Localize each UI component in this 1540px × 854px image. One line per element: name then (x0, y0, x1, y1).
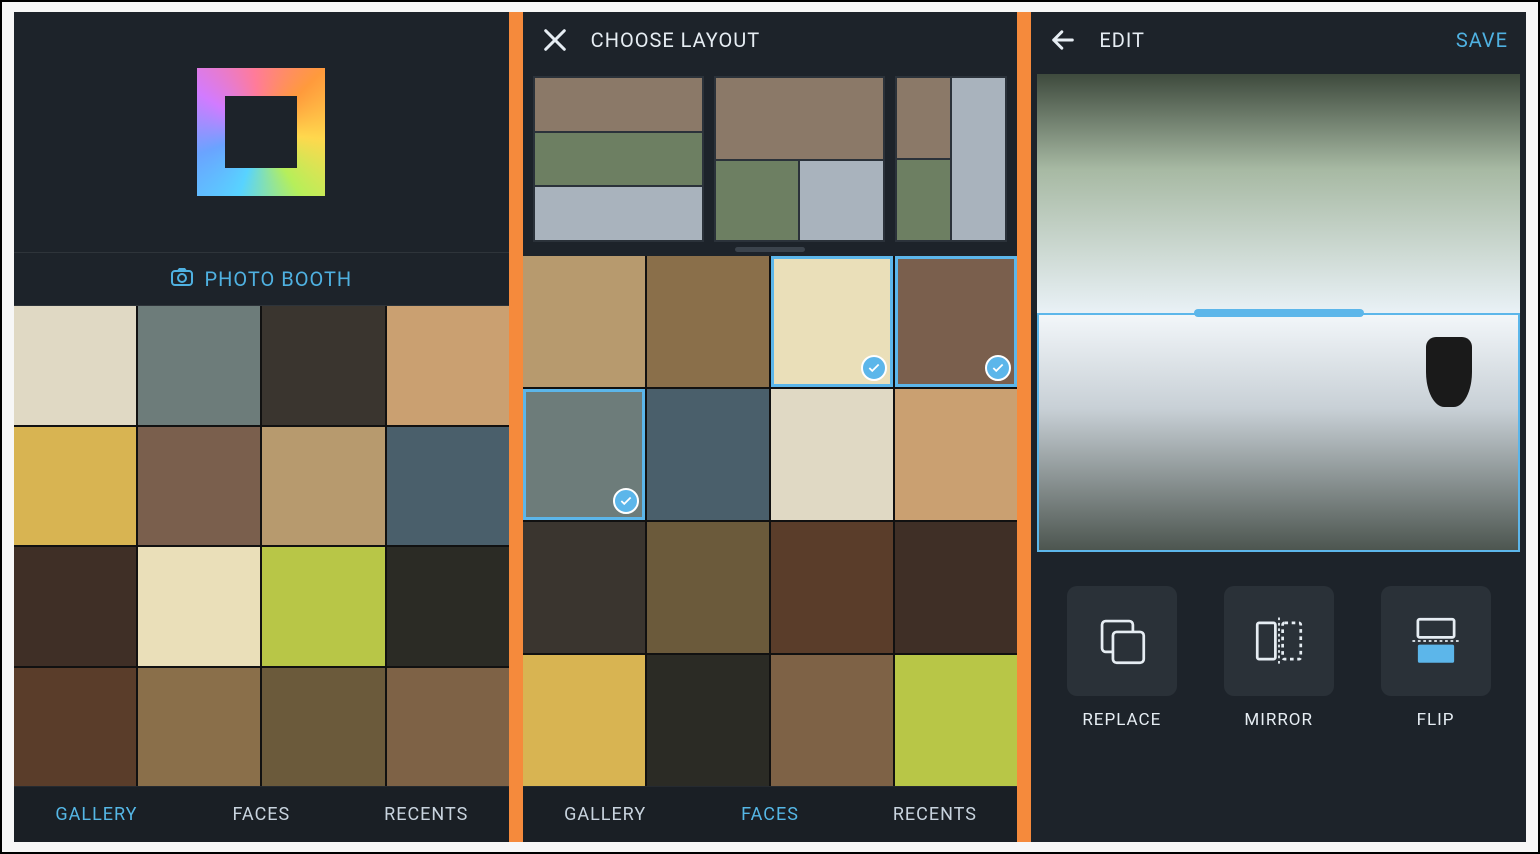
header-title: EDIT (1099, 28, 1145, 52)
gallery-thumb[interactable] (262, 427, 384, 546)
photo-thumb[interactable] (647, 655, 769, 786)
logo-area (14, 12, 509, 252)
tool-label: FLIP (1417, 710, 1455, 730)
selected-check-icon (861, 355, 887, 381)
photo-thumb[interactable] (647, 389, 769, 520)
photo-thumb[interactable] (647, 522, 769, 653)
photo-thumb[interactable] (771, 655, 893, 786)
photo-thumb[interactable] (771, 256, 893, 387)
photo-booth-label: PHOTO BOOTH (204, 267, 352, 291)
layout-app-logo (197, 68, 325, 196)
tool-label: REPLACE (1082, 710, 1161, 730)
tab-bar: GALLERY FACES RECENTS (523, 786, 1018, 842)
photo-thumb[interactable] (523, 389, 645, 520)
screen-gallery: PHOTO BOOTH GALLERY FACES RECENTS (14, 12, 509, 842)
gallery-thumb[interactable] (262, 547, 384, 666)
screen-divider (1017, 12, 1031, 842)
tab-recents[interactable]: RECENTS (852, 787, 1017, 842)
tab-gallery[interactable]: GALLERY (523, 787, 688, 842)
layout-options-strip[interactable] (523, 68, 1018, 256)
selected-check-icon (613, 488, 639, 514)
header: CHOOSE LAYOUT (523, 12, 1018, 68)
tab-faces[interactable]: FACES (688, 787, 853, 842)
tool-flip[interactable]: FLIP (1381, 586, 1491, 730)
gallery-grid (14, 306, 509, 786)
photo-thumb[interactable] (895, 389, 1017, 520)
gallery-thumb[interactable] (387, 668, 509, 787)
save-button[interactable]: SAVE (1456, 28, 1508, 52)
back-button[interactable] (1049, 26, 1077, 54)
tab-recents[interactable]: RECENTS (344, 787, 509, 842)
tool-label: MIRROR (1244, 710, 1313, 730)
photo-thumb[interactable] (523, 522, 645, 653)
screen-edit: EDIT SAVE REPLACE (1031, 12, 1526, 842)
layout-option-3rows[interactable] (533, 76, 704, 242)
gallery-thumb[interactable] (262, 668, 384, 787)
strip-drag-handle[interactable] (735, 247, 805, 252)
tool-replace[interactable]: REPLACE (1067, 586, 1177, 730)
gallery-thumb[interactable] (387, 306, 509, 425)
edit-tools: REPLACE MIRROR (1031, 558, 1526, 842)
gallery-thumb[interactable] (138, 306, 260, 425)
replace-icon (1093, 612, 1151, 670)
camera-icon (170, 265, 194, 294)
gallery-thumb[interactable] (14, 668, 136, 787)
photo-booth-button[interactable]: PHOTO BOOTH (14, 252, 509, 306)
tab-faces[interactable]: FACES (179, 787, 344, 842)
gallery-thumb[interactable] (14, 547, 136, 666)
header: EDIT SAVE (1031, 12, 1526, 68)
photo-thumb[interactable] (523, 256, 645, 387)
collage-pane-top[interactable] (1037, 74, 1520, 313)
tab-bar: GALLERY FACES RECENTS (14, 786, 509, 842)
gallery-thumb[interactable] (14, 427, 136, 546)
close-button[interactable] (541, 26, 569, 54)
photo-thumb[interactable] (523, 655, 645, 786)
screen-choose-layout: CHOOSE LAYOUT (523, 12, 1018, 842)
tool-mirror[interactable]: MIRROR (1224, 586, 1334, 730)
tab-gallery[interactable]: GALLERY (14, 787, 179, 842)
flip-icon (1407, 612, 1465, 670)
photo-thumb[interactable] (771, 522, 893, 653)
photo-thumb[interactable] (895, 655, 1017, 786)
gallery-thumb[interactable] (14, 306, 136, 425)
gallery-thumb[interactable] (387, 547, 509, 666)
photo-thumb[interactable] (647, 256, 769, 387)
edit-canvas (1031, 68, 1526, 558)
photo-thumb[interactable] (895, 256, 1017, 387)
mirror-icon (1250, 612, 1308, 670)
close-icon (541, 26, 569, 54)
gallery-thumb[interactable] (138, 427, 260, 546)
screen-divider (509, 12, 523, 842)
gallery-thumb[interactable] (387, 427, 509, 546)
layout-option-2cols[interactable] (895, 76, 1008, 242)
collage-frame[interactable] (1037, 74, 1520, 552)
collage-pane-bottom[interactable] (1037, 313, 1520, 552)
gallery-thumb[interactable] (262, 306, 384, 425)
photo-thumb[interactable] (771, 389, 893, 520)
selected-check-icon (985, 355, 1011, 381)
split-drag-handle[interactable] (1194, 309, 1364, 317)
layout-option-2rows[interactable] (714, 76, 885, 242)
header-title: CHOOSE LAYOUT (591, 28, 760, 52)
gallery-thumb[interactable] (138, 547, 260, 666)
app-showcase: PHOTO BOOTH GALLERY FACES RECENTS (0, 0, 1540, 854)
gallery-thumb[interactable] (138, 668, 260, 787)
photo-thumb[interactable] (895, 522, 1017, 653)
arrow-left-icon (1049, 26, 1077, 54)
faces-grid (523, 256, 1018, 786)
